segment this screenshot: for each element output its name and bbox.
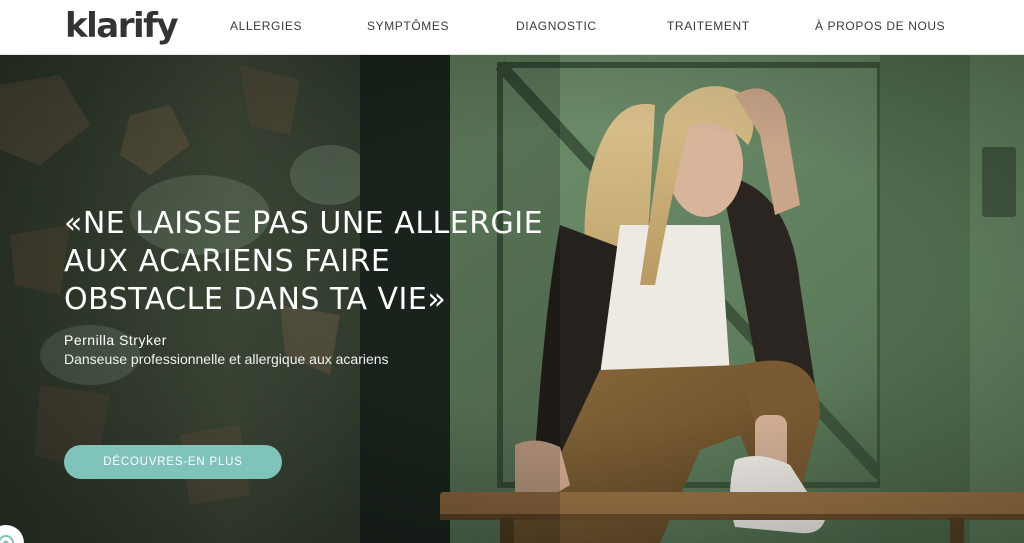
author-role: Danseuse professionnelle et allergique a… xyxy=(64,351,389,367)
quote-line: AUX ACARIENS FAIRE xyxy=(64,244,391,279)
hero-quote: «NE LAISSE PAS UNE ALLERGIE AUX ACARIENS… xyxy=(64,205,584,319)
chat-bubble-icon xyxy=(0,535,14,543)
site-header: klarify ALLERGIES SYMPTÔMES DIAGNOSTIC T… xyxy=(0,0,1024,55)
quote-line: «NE LAISSE PAS UNE ALLERGIE xyxy=(64,206,544,241)
nav-item-traitement[interactable]: TRAITEMENT xyxy=(667,19,750,33)
author-name: Pernilla Stryker xyxy=(64,332,167,348)
nav-item-allergies[interactable]: ALLERGIES xyxy=(230,19,302,33)
hero-content: «NE LAISSE PAS UNE ALLERGIE AUX ACARIENS… xyxy=(64,205,584,479)
quote-line: OBSTACLE DANS TA VIE» xyxy=(64,282,447,317)
nav-item-a-propos[interactable]: À PROPOS DE NOUS xyxy=(815,19,945,33)
main-nav: ALLERGIES SYMPTÔMES DIAGNOSTIC TRAITEMEN… xyxy=(0,0,1024,55)
discover-more-button[interactable]: DÉCOUVRES-EN PLUS xyxy=(64,445,282,479)
nav-item-diagnostic[interactable]: DIAGNOSTIC xyxy=(516,19,597,33)
nav-item-symptomes[interactable]: SYMPTÔMES xyxy=(367,19,449,33)
hero-banner: «NE LAISSE PAS UNE ALLERGIE AUX ACARIENS… xyxy=(0,55,1024,543)
